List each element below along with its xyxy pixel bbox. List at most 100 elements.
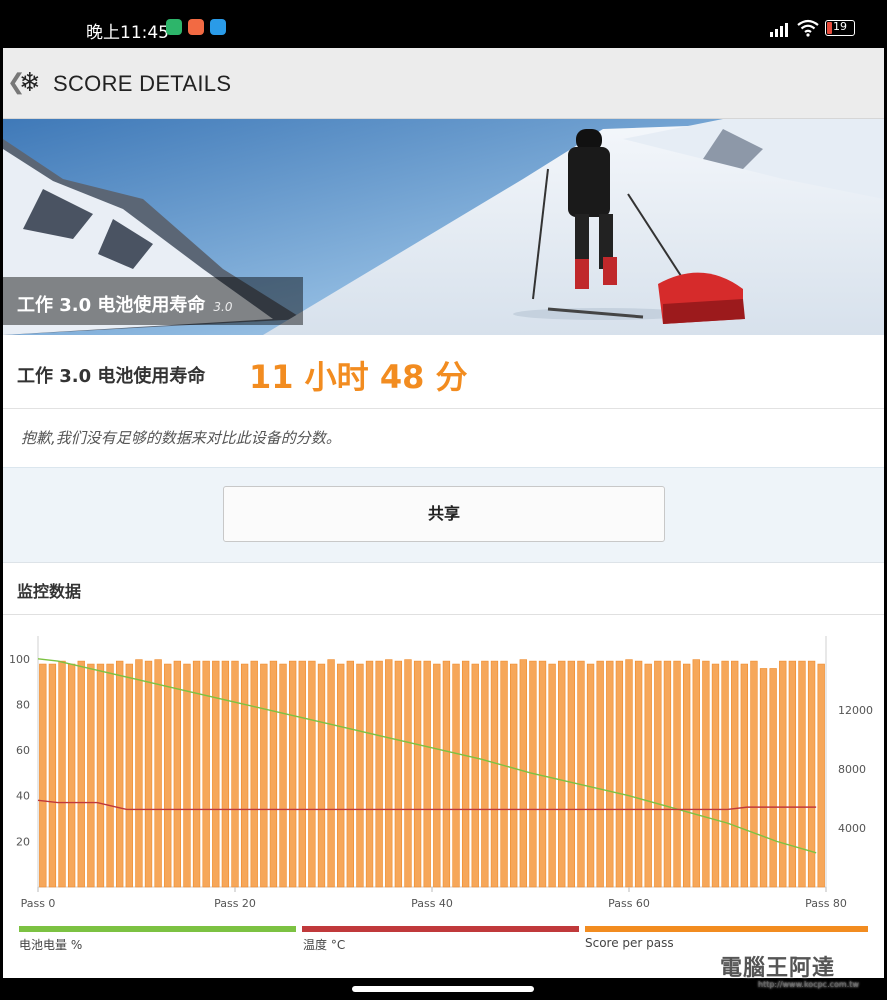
score-bar [106, 663, 114, 888]
score-bar [577, 660, 585, 888]
y-left-tick-label: 80 [16, 698, 30, 711]
score-bar [711, 663, 720, 888]
share-section: 共享 [3, 468, 884, 563]
status-bar: 晚上11:45 19 [0, 0, 887, 48]
legend-temperature-swatch [302, 926, 579, 932]
status-time: 晚上11:45 [86, 23, 169, 43]
score-bar [356, 663, 364, 888]
score-bar [116, 660, 124, 888]
score-bar [221, 660, 230, 888]
score-bar [750, 660, 758, 888]
shopping-app-icon [188, 19, 204, 35]
score-bar [606, 660, 614, 888]
score-bar [500, 660, 508, 888]
score-bar [404, 659, 412, 888]
legend-score-label: Score per pass [585, 936, 674, 950]
score-bar [538, 660, 547, 888]
score-bar [634, 660, 643, 888]
x-tick-label: Pass 40 [411, 897, 453, 910]
score-bar [452, 663, 460, 888]
home-indicator[interactable] [352, 986, 534, 992]
score-bar [461, 660, 470, 888]
score-bar [77, 660, 85, 888]
score-bar [346, 660, 354, 888]
y-right-tick-label: 8000 [838, 763, 866, 776]
score-bar [269, 660, 278, 888]
score-bar [385, 659, 393, 888]
comparison-note: 抱歉,我们没有足够的数据来对比此设备的分数。 [3, 409, 884, 468]
score-bar [759, 668, 768, 888]
score-bar [183, 663, 191, 888]
y-left-tick-label: 60 [16, 744, 30, 757]
x-tick-label: Pass 0 [21, 897, 56, 910]
score-bar [164, 663, 172, 888]
score-bar [510, 663, 518, 888]
score-bar [308, 660, 316, 888]
score-bar [58, 660, 66, 888]
score-bar [365, 660, 374, 888]
monitoring-title: 监控数据 [17, 582, 82, 601]
result-value: 11 小时 48 分 [249, 358, 468, 396]
monitoring-chart: 20 40 60 80 100 4000 8000 12000 Pass 0 Pass 20 Pas… [9, 636, 873, 910]
score-bar [125, 663, 133, 888]
result-label: 工作 3.0 电池使用寿命 [17, 366, 206, 387]
score-bar [48, 663, 57, 888]
x-tick-label: Pass 60 [608, 897, 650, 910]
score-bar [375, 660, 383, 888]
app-screen: ❮ ❄ SCORE DETAILS 工作 3.0 电池使用寿命 3.0 工作 3… [3, 48, 884, 978]
score-bar [548, 663, 556, 888]
score-bar [586, 663, 595, 888]
score-bar [769, 668, 777, 888]
score-bar [327, 659, 335, 888]
score-bar [721, 660, 729, 888]
section-divider [3, 614, 884, 615]
score-bar [96, 663, 105, 888]
score-bar [135, 659, 143, 888]
score-bar [625, 659, 633, 888]
score-bar [144, 660, 153, 888]
score-bar [433, 663, 441, 888]
page-title: SCORE DETAILS [53, 71, 232, 96]
legend-score-swatch [585, 926, 868, 932]
score-bar [288, 660, 297, 888]
comparison-note-text: 抱歉,我们没有足够的数据来对比此设备的分数。 [21, 429, 341, 447]
score-bar [471, 663, 479, 888]
hero-banner: 工作 3.0 电池使用寿命 3.0 [3, 119, 884, 335]
legend-temperature-label: 温度 °C [303, 938, 346, 952]
score-bar [154, 659, 162, 888]
y-left-tick-label: 100 [9, 653, 30, 666]
y-right-tick-label: 12000 [838, 704, 873, 717]
score-bar [807, 660, 816, 888]
score-bar [673, 660, 681, 888]
score-bar [490, 660, 499, 888]
snowflake-icon: ❄ [19, 68, 41, 98]
score-bar [442, 660, 451, 888]
score-bar [596, 660, 604, 888]
app-bar: ❮ ❄ SCORE DETAILS [3, 48, 884, 119]
y-left-tick-label: 40 [16, 790, 30, 803]
legend-battery-label: 电池电量 % [19, 938, 83, 952]
hero-title-text: 工作 3.0 电池使用寿命 [17, 295, 206, 316]
score-bar [173, 660, 182, 888]
battery-icon: 19 [825, 20, 855, 36]
share-button[interactable]: 共享 [223, 486, 665, 542]
score-bar [231, 660, 239, 888]
x-tick-label: Pass 80 [805, 897, 847, 910]
score-bar [240, 663, 249, 888]
score-bar [740, 663, 748, 888]
watermark-text: 電腦王阿達 [720, 956, 836, 981]
score-bar [682, 663, 691, 888]
score-bar [192, 660, 201, 888]
y-right-tick-label: 4000 [838, 822, 866, 835]
score-bar [394, 660, 403, 888]
battery-level: 19 [833, 20, 847, 33]
score-bar [817, 663, 825, 888]
score-bar [692, 659, 700, 888]
wifi-icon [797, 19, 819, 41]
score-bar [317, 663, 326, 888]
cloud-app-icon [210, 19, 226, 35]
score-bar [644, 663, 652, 888]
y-left-tick-label: 20 [16, 835, 30, 848]
hero-title: 工作 3.0 电池使用寿命 3.0 [17, 291, 233, 317]
watermark-logo: 電腦王阿達 http://www.kocpc.com.tw [720, 950, 859, 989]
